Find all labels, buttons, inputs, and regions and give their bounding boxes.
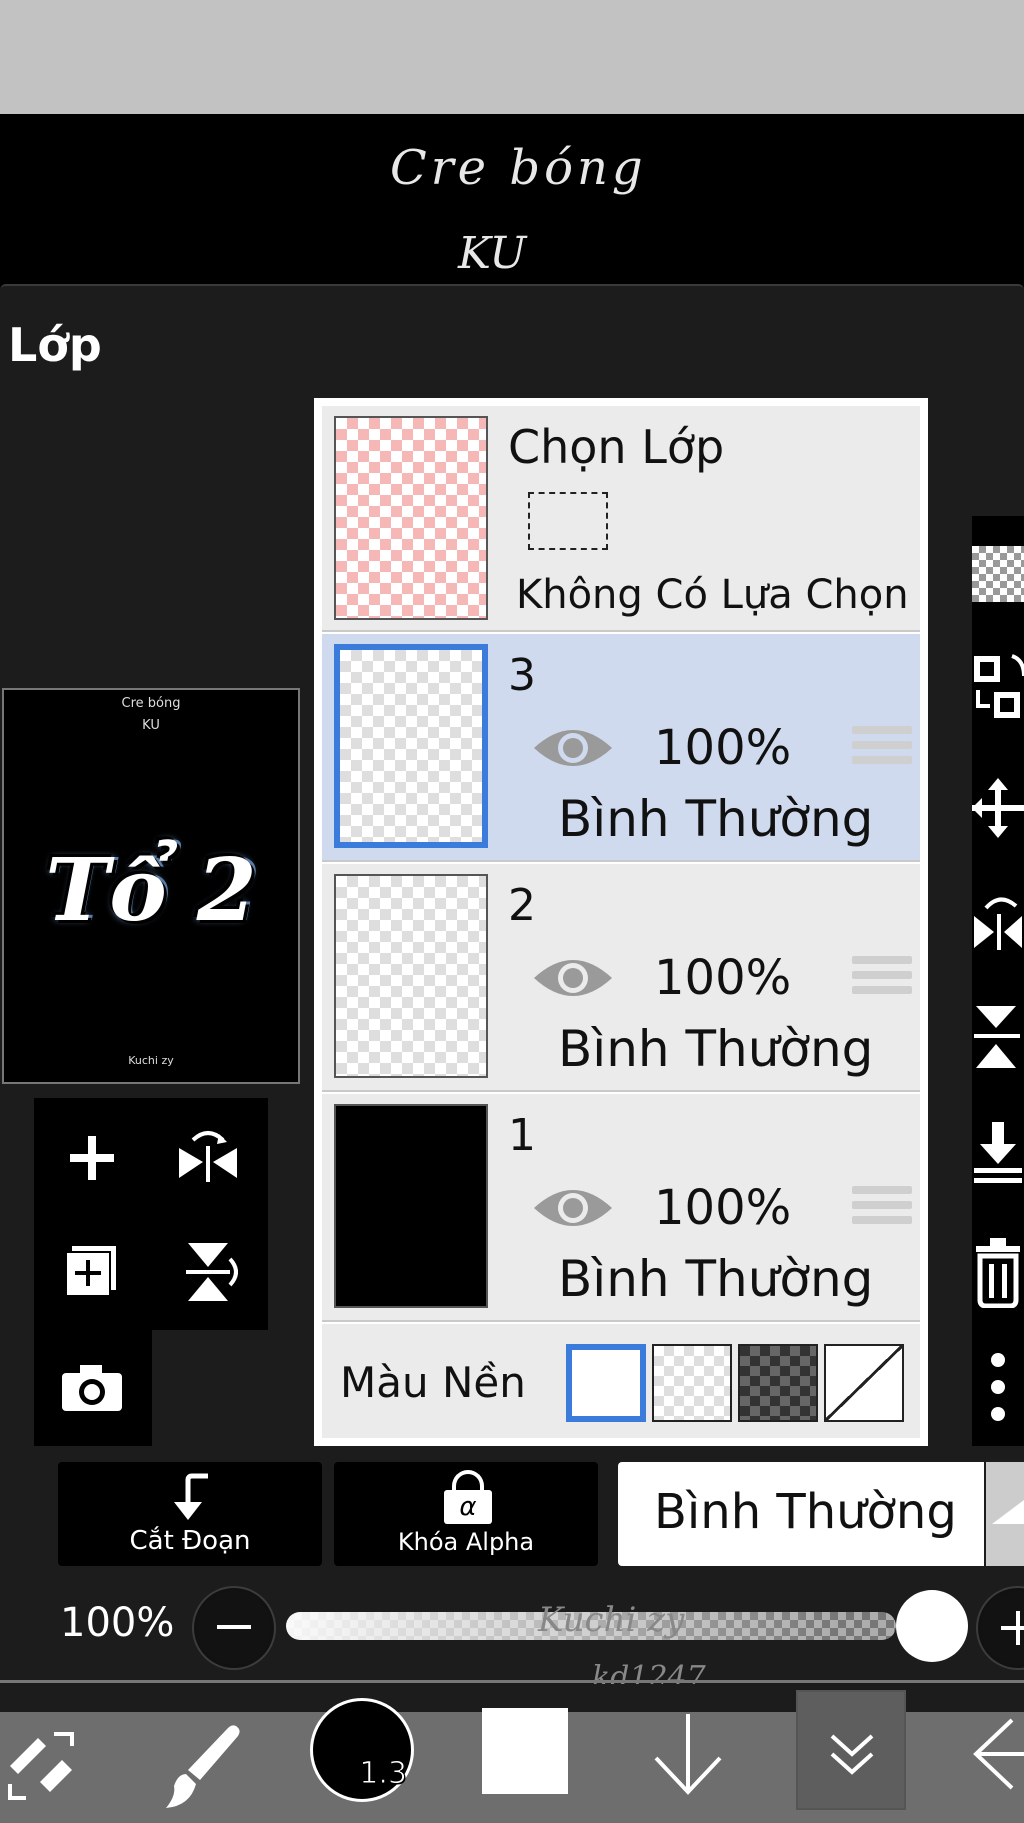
more-options-button[interactable]: [972, 1352, 1024, 1422]
merge-down-button[interactable]: [972, 1120, 1024, 1186]
selection-marquee-icon: [528, 492, 608, 550]
alpha-lock-button[interactable]: α Khóa Alpha: [334, 1462, 598, 1566]
color-picker-swatch[interactable]: [482, 1708, 568, 1794]
preview-top-text1: Cre bóng: [121, 696, 181, 711]
flip-horizontal-icon: [179, 1131, 237, 1182]
checker-icon: [972, 546, 1024, 602]
import-photo-button[interactable]: [42, 1338, 142, 1438]
flip-horizontal-button[interactable]: [158, 1108, 258, 1208]
panel-title: Lớp: [8, 318, 102, 372]
brush-icon[interactable]: [160, 1722, 244, 1812]
clipping-button[interactable]: Cắt Đoạn: [58, 1462, 322, 1566]
more-vertical-icon: [991, 1353, 1005, 1421]
blend-mode-value: Bình Thường: [654, 1484, 957, 1540]
layer-thumbnail: [334, 644, 488, 848]
collapse-panel-button[interactable]: [796, 1690, 906, 1810]
layer-row[interactable]: 3 100% Bình Thường: [322, 634, 920, 862]
brush-size-indicator[interactable]: 1.3: [310, 1698, 414, 1802]
layer-row[interactable]: 2 100% Bình Thường: [322, 864, 920, 1092]
merge-down-icon: [974, 1122, 1022, 1183]
layer-blend-mode: Bình Thường: [558, 1250, 874, 1308]
layer-action-buttons: [34, 1098, 268, 1330]
add-layer-button[interactable]: [42, 1108, 142, 1208]
transparency-button[interactable]: [972, 546, 1024, 602]
bg-transparent-option[interactable]: [652, 1344, 732, 1422]
alpha-lock-label: Khóa Alpha: [397, 1528, 535, 1556]
camera-box: [34, 1330, 152, 1448]
selection-layer-title: Chọn Lớp: [508, 420, 725, 474]
delete-layer-button[interactable]: [972, 1236, 1024, 1308]
plus-icon: [70, 1136, 114, 1180]
layer-blend-mode: Bình Thường: [558, 1020, 874, 1078]
arrow-left-icon[interactable]: [968, 1716, 1024, 1792]
layers-list: Chọn Lớp Không Có Lựa Chọn 3 100% Bình T…: [314, 398, 928, 1446]
flip-vertical-icon: [974, 1006, 1020, 1068]
bg-dark-checker-option[interactable]: [738, 1344, 818, 1422]
canvas-handwriting-line1: Cre bóng: [390, 140, 647, 196]
layer-number: 2: [508, 880, 536, 931]
eye-icon[interactable]: [532, 1182, 614, 1234]
selection-layer-row[interactable]: Chọn Lớp Không Có Lựa Chọn: [322, 406, 920, 632]
layer-thumbnail: [334, 1104, 488, 1308]
opacity-value: 100%: [60, 1600, 175, 1646]
move-icon: [972, 778, 1024, 838]
tool-switch-icon[interactable]: [4, 1726, 86, 1808]
layer-opacity: 100%: [654, 950, 792, 1006]
blend-mode-dropdown-button[interactable]: [986, 1462, 1024, 1566]
right-tool-column: [972, 516, 1024, 1446]
duplicate-layer-icon: [65, 1246, 116, 1297]
flip-vertical-tool-button[interactable]: [972, 1002, 1024, 1072]
eye-icon[interactable]: [532, 722, 614, 774]
duplicate-layer-button[interactable]: [42, 1222, 142, 1322]
clipping-arrow-icon: [174, 1473, 208, 1520]
opacity-decrease-button[interactable]: [194, 1588, 274, 1668]
opacity-slider-handle[interactable]: [896, 1590, 968, 1662]
canvas-preview[interactable]: Cre bóng KU Tổ 2 Kuchi zy: [2, 688, 300, 1084]
bg-none-option[interactable]: [824, 1344, 904, 1422]
drag-handle-icon[interactable]: [852, 726, 912, 771]
background-color-label: Màu Nền: [340, 1358, 526, 1407]
flip-vertical-icon: [186, 1243, 238, 1301]
blend-mode-select[interactable]: Bình Thường: [618, 1462, 984, 1566]
layer-opacity: 100%: [654, 1180, 792, 1236]
preview-bottom-text: Kuchi zy: [128, 1054, 174, 1067]
layer-row[interactable]: 1 100% Bình Thường: [322, 1094, 920, 1322]
eye-icon[interactable]: [532, 952, 614, 1004]
bg-white-option[interactable]: [566, 1344, 646, 1422]
canvas-handwriting-line3: Kuchi zy: [538, 1600, 685, 1640]
layer-number: 3: [508, 650, 536, 701]
trash-icon: [976, 1238, 1020, 1308]
layer-swap-button[interactable]: [972, 652, 1024, 722]
clipping-label: Cắt Đoạn: [129, 1526, 251, 1556]
selection-status: Không Có Lựa Chọn: [516, 572, 909, 618]
lock-icon: α: [444, 1470, 492, 1524]
flip-horizontal-tool-button[interactable]: [972, 888, 1024, 958]
divider: [0, 1680, 1024, 1683]
drag-handle-icon[interactable]: [852, 1186, 912, 1231]
layer-opacity: 100%: [654, 720, 792, 776]
drag-handle-icon[interactable]: [852, 956, 912, 1001]
layer-swap-icon: [974, 654, 1024, 718]
layer-number: 1: [508, 1110, 536, 1161]
preview-art-text: Tổ 2: [45, 840, 257, 941]
brush-size-value: 1.3: [359, 1756, 408, 1792]
chevron-up-icon: [992, 1500, 1024, 1524]
flip-horizontal-icon: [974, 897, 1022, 950]
arrow-down-icon[interactable]: [652, 1712, 724, 1796]
plus-icon: [1001, 1611, 1024, 1645]
double-chevron-down-icon: [830, 1734, 874, 1775]
flip-vertical-button[interactable]: [158, 1222, 258, 1322]
canvas-handwriting-line2: KU: [458, 228, 527, 279]
background-color-row: Màu Nền: [322, 1324, 920, 1438]
layer-blend-mode: Bình Thường: [558, 790, 874, 848]
layer-thumbnail: [334, 874, 488, 1078]
status-bar: [0, 0, 1024, 114]
selection-layer-thumbnail: [334, 416, 488, 620]
camera-icon: [62, 1365, 122, 1411]
preview-top-text2: KU: [142, 718, 160, 733]
minus-icon: [217, 1625, 251, 1629]
move-button[interactable]: [972, 778, 1024, 838]
